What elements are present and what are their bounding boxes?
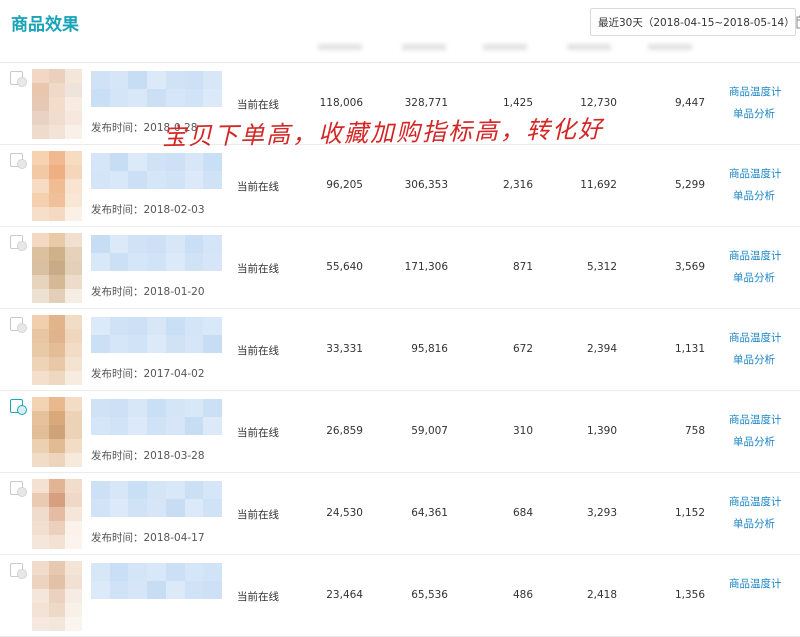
table-row: 发布时间：2018-01-20 当前在线 55,640 171,306 871 5,312… [0, 227, 800, 309]
single-item-analysis-link[interactable]: 单品分析 [733, 106, 775, 121]
metric-v5: 758 [684, 425, 705, 437]
metric-v1: 118,006 [319, 97, 363, 109]
single-item-analysis-link[interactable]: 单品分析 [733, 516, 775, 531]
table-row: 当前在线 23,464 65,536 486 2,418 1,356 商品温度计 [0, 555, 800, 637]
table-row: 发布时间：2018-02-03 当前在线 96,205 306,353 2,316 11,… [0, 145, 800, 227]
metric-v5: 3,569 [674, 261, 705, 273]
product-title-blurred[interactable] [91, 71, 222, 107]
metric-v1: 55,640 [326, 261, 363, 273]
product-thermometer-link[interactable]: 商品温度计 [729, 576, 782, 591]
metric-v2: 64,361 [411, 507, 448, 519]
metric-v5: 1,356 [674, 589, 705, 601]
metric-v3: 871 [512, 261, 533, 273]
metric-v4: 12,730 [580, 97, 617, 109]
status-text: 当前在线 [237, 345, 279, 357]
product-thermometer-link[interactable]: 商品温度计 [729, 248, 782, 263]
metric-v4: 2,418 [586, 589, 617, 601]
single-item-analysis-link[interactable]: 单品分析 [733, 352, 775, 367]
metric-v2: 306,353 [404, 179, 448, 191]
product-title-blurred[interactable] [91, 563, 222, 599]
single-item-analysis-link[interactable]: 单品分析 [733, 434, 775, 449]
metric-v4: 2,394 [586, 343, 617, 355]
publish-date: 发布时间：2018-01-20 [91, 286, 205, 298]
single-item-analysis-link[interactable]: 单品分析 [733, 188, 775, 203]
table-row: 发布时间：2018-03-28 当前在线 26,859 59,007 310 1,390 7… [0, 391, 800, 473]
product-thumbnail[interactable] [32, 315, 82, 385]
metric-v2: 59,007 [411, 425, 448, 437]
row-checkbox[interactable] [10, 153, 27, 169]
metric-v5: 1,131 [674, 343, 705, 355]
publish-date: 发布时间：2018-04-17 [91, 532, 205, 544]
row-checkbox[interactable] [10, 317, 27, 333]
status-text: 当前在线 [237, 99, 279, 111]
metric-v1: 23,464 [326, 589, 363, 601]
product-thumbnail[interactable] [32, 151, 82, 221]
product-title-blurred[interactable] [91, 481, 222, 517]
status-text: 当前在线 [237, 181, 279, 193]
product-thumbnail[interactable] [32, 69, 82, 139]
calendar-button[interactable]: 15 [794, 9, 800, 35]
status-text: 当前在线 [237, 427, 279, 439]
metric-v1: 26,859 [326, 425, 363, 437]
metric-v1: 24,530 [326, 507, 363, 519]
table-row: 发布时间：2017-04-02 当前在线 33,331 95,816 672 2,394 1… [0, 309, 800, 391]
column-headers-blurred [0, 42, 800, 54]
metric-v2: 328,771 [404, 97, 448, 109]
metric-v4: 5,312 [586, 261, 617, 273]
row-checkbox[interactable] [10, 71, 27, 87]
table-row: 发布时间：2018-04-17 当前在线 24,530 64,361 684 3,293 1… [0, 473, 800, 555]
product-title-blurred[interactable] [91, 399, 222, 435]
product-title-blurred[interactable] [91, 317, 222, 353]
product-thumbnail[interactable] [32, 561, 82, 631]
status-text: 当前在线 [237, 509, 279, 521]
metric-v5: 9,447 [674, 97, 705, 109]
metric-v3: 684 [512, 507, 533, 519]
metric-v2: 171,306 [404, 261, 448, 273]
product-title-blurred[interactable] [91, 235, 222, 271]
calendar-icon: 15 [796, 15, 800, 29]
status-text: 当前在线 [237, 263, 279, 275]
metric-v4: 11,692 [580, 179, 617, 191]
metric-v3: 310 [512, 425, 533, 437]
product-thermometer-link[interactable]: 商品温度计 [729, 330, 782, 345]
product-thermometer-link[interactable]: 商品温度计 [729, 166, 782, 181]
date-range-picker[interactable]: 最近30天（2018-04-15~2018-05-14） 15 [590, 8, 800, 36]
metric-v3: 486 [512, 589, 533, 601]
metric-v4: 3,293 [586, 507, 617, 519]
date-range-text: 最近30天（2018-04-15~2018-05-14） [598, 16, 795, 29]
product-thumbnail[interactable] [32, 479, 82, 549]
status-text: 当前在线 [237, 591, 279, 603]
metric-v4: 1,390 [586, 425, 617, 437]
single-item-analysis-link[interactable]: 单品分析 [733, 270, 775, 285]
metric-v3: 1,425 [502, 97, 533, 109]
product-title-blurred[interactable] [91, 153, 222, 189]
metric-v1: 33,331 [326, 343, 363, 355]
publish-date: 发布时间：2018-02-03 [91, 204, 205, 216]
metric-v3: 2,316 [502, 179, 533, 191]
product-thumbnail[interactable] [32, 233, 82, 303]
publish-date: 发布时间：2017-04-02 [91, 368, 205, 380]
row-checkbox[interactable] [10, 563, 27, 579]
metric-v2: 95,816 [411, 343, 448, 355]
product-thermometer-link[interactable]: 商品温度计 [729, 84, 782, 99]
page-title: 商品效果 [11, 15, 79, 35]
metric-v2: 65,536 [411, 589, 448, 601]
row-checkbox[interactable] [10, 481, 27, 497]
publish-date: 发布时间：2018-03-28 [91, 450, 205, 462]
metric-v5: 1,152 [674, 507, 705, 519]
metric-v5: 5,299 [674, 179, 705, 191]
row-checkbox[interactable] [10, 399, 27, 415]
metric-v1: 96,205 [326, 179, 363, 191]
row-checkbox[interactable] [10, 235, 27, 251]
product-thermometer-link[interactable]: 商品温度计 [729, 412, 782, 427]
product-thermometer-link[interactable]: 商品温度计 [729, 494, 782, 509]
product-thumbnail[interactable] [32, 397, 82, 467]
metric-v3: 672 [512, 343, 533, 355]
